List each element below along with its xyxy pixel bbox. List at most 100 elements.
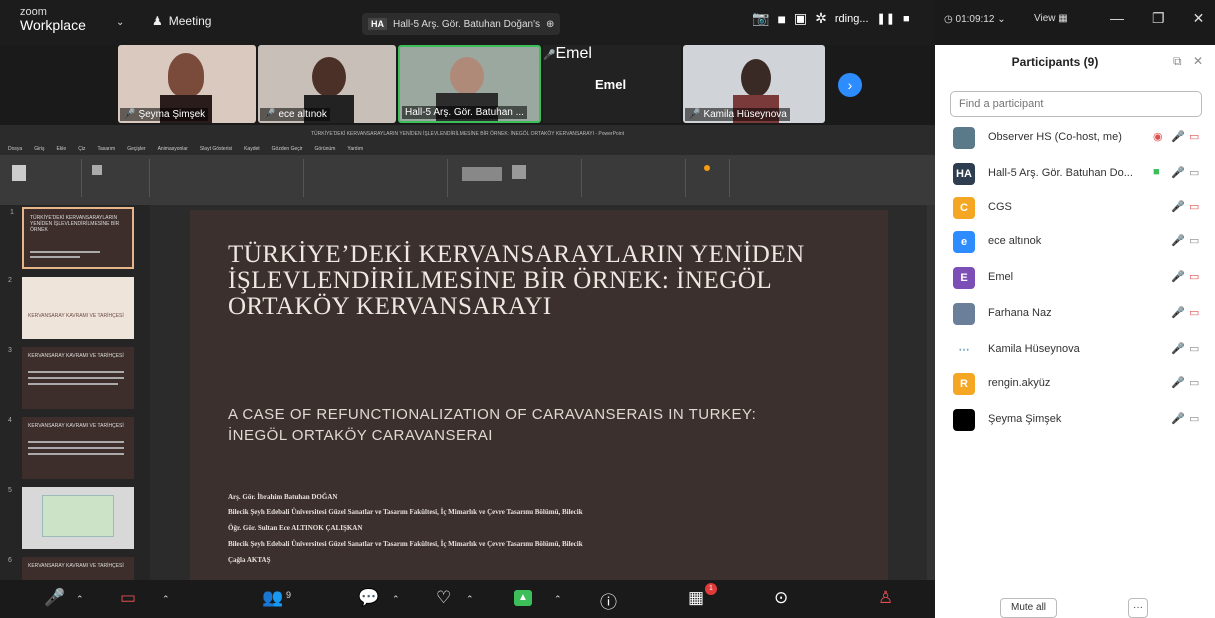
slide-thumbnail[interactable]: 5 <box>8 487 134 549</box>
video-tile[interactable]: 🎤 ece altınok <box>258 45 396 123</box>
chevron-up-icon[interactable]: ⌃ <box>554 594 562 605</box>
video-off-icon[interactable]: ▭ <box>1189 270 1199 283</box>
participant-row[interactable]: Observer HS (Co-host, me) ◉ 🎤 ▭ <box>935 123 1215 153</box>
video-icon[interactable]: ▭ <box>1189 376 1199 389</box>
mute-all-button[interactable]: Mute all <box>1000 598 1058 618</box>
meeting-info-button[interactable]: ♟ Meeting <box>152 14 211 28</box>
slide-thumbnail[interactable]: 3 KERVANSARAY KAVRAMI VE TARİHÇESİ <box>8 347 134 409</box>
mic-muted-icon[interactable]: 🎤 <box>1171 342 1185 355</box>
tab-draw[interactable]: Çiz <box>78 146 85 152</box>
participant-row[interactable]: ⋯ Kamila Hüseynova 🎤 ▭ <box>935 335 1215 365</box>
video-icon[interactable]: ▭ <box>1189 234 1199 247</box>
search-input[interactable] <box>950 91 1202 117</box>
video-off-icon[interactable]: ▭ <box>1189 200 1199 213</box>
arrange-icon[interactable] <box>512 165 526 179</box>
designer-icon[interactable] <box>704 165 710 171</box>
chat-icon[interactable]: 💬 <box>358 588 379 608</box>
pause-icon[interactable]: ❚❚ <box>877 12 895 25</box>
ribbon-group-editing <box>586 159 686 197</box>
tab-insert[interactable]: Ekle <box>56 146 66 152</box>
video-off-icon[interactable]: ▭ <box>1189 130 1199 143</box>
mic-muted-icon[interactable]: 🎤 <box>1171 412 1185 425</box>
close-icon[interactable]: ✕ <box>1193 54 1203 68</box>
window-icon[interactable]: ▣ <box>794 10 807 27</box>
tab-transitions[interactable]: Geçişler <box>127 146 145 152</box>
participant-row[interactable]: C CGS 🎤 ▭ <box>935 193 1215 223</box>
gear-icon[interactable]: ✲ <box>815 10 827 27</box>
chevron-up-icon[interactable]: ⌃ <box>76 594 84 605</box>
share-screen-icon[interactable]: ▲ <box>514 590 532 606</box>
shapes-gallery-icon[interactable] <box>462 167 502 181</box>
slide-thumbnail[interactable]: 2 KERVANSARAY KAVRAMI VE TARİHÇESİ <box>8 277 134 339</box>
video-tile[interactable]: 🎤 Şeyma Şimşek <box>118 45 256 123</box>
new-slide-icon[interactable] <box>92 165 102 175</box>
host-tools-icon[interactable]: ♙ <box>878 588 893 608</box>
tab-view[interactable]: Görünüm <box>315 146 336 152</box>
participant-row[interactable]: E Emel 🎤 ▭ <box>935 263 1215 293</box>
mic-muted-icon[interactable]: 🎤 <box>1171 270 1185 283</box>
participants-icon[interactable]: 👥 <box>262 588 283 608</box>
video-off-icon[interactable]: ▭ <box>1189 306 1199 319</box>
tab-slideshow[interactable]: Slayt Gösterisi <box>200 146 232 152</box>
slide-thumbnail[interactable]: 1 TÜRKİYE'DEKİ KERVANSARAYLARIN YENİDEN … <box>10 207 134 269</box>
more-options-button[interactable]: ··· <box>1128 598 1148 618</box>
next-page-button[interactable]: › <box>838 73 862 97</box>
chevron-up-icon[interactable]: ⌃ <box>466 594 474 605</box>
camera-icon[interactable]: 📷 <box>752 10 769 27</box>
video-tile[interactable]: 🎤 Kamila Hüseynova <box>683 45 825 123</box>
paste-icon[interactable] <box>12 165 26 181</box>
tab-help[interactable]: Yardım <box>347 146 363 152</box>
mic-muted-icon[interactable]: 🎤 <box>1171 200 1185 213</box>
more-options-icon[interactable]: ⊕ <box>546 19 554 30</box>
screen-share-indicator[interactable]: HA Hall-5 Arş. Gör. Batuhan Doğan's ⊕ <box>362 13 561 35</box>
meeting-label: Meeting <box>168 14 212 28</box>
slide-editor: TÜRKİYE’DEKİ KERVANSARAYLARIN YENİDEN İŞ… <box>150 205 935 580</box>
mic-icon[interactable]: 🎤 <box>1171 166 1185 179</box>
ribbon-group-drawing <box>452 159 582 197</box>
tab-record[interactable]: Kaydet <box>244 146 260 152</box>
more-icon[interactable]: ⊙ <box>774 588 788 608</box>
minimize-icon[interactable]: — <box>1110 10 1124 27</box>
apps-icon[interactable]: ▦ <box>688 588 704 608</box>
mic-muted-icon[interactable]: 🎤 <box>1171 376 1185 389</box>
stop-icon[interactable]: ■ <box>903 13 910 25</box>
video-icon[interactable]: ■ <box>777 11 785 27</box>
mic-muted-icon[interactable]: 🎤 <box>1171 234 1185 247</box>
video-icon[interactable]: ▭ <box>1189 412 1199 425</box>
tab-file[interactable]: Dosya <box>8 146 22 152</box>
avatar: e <box>953 231 975 253</box>
mic-muted-icon[interactable]: 🎤 <box>44 588 65 608</box>
tab-animations[interactable]: Animasyonlar <box>158 146 188 152</box>
chevron-down-icon[interactable]: ⌄ <box>116 17 124 28</box>
participant-row[interactable]: Şeyma Şimşek 🎤 ▭ <box>935 405 1215 435</box>
thumbnail-text: TÜRKİYE'DEKİ KERVANSARAYLARIN YENİDEN İŞ… <box>30 215 120 233</box>
popout-icon[interactable]: ⧉ <box>1173 54 1182 69</box>
vertical-scrollbar[interactable] <box>927 205 935 580</box>
video-tile-active-speaker[interactable]: Hall-5 Arş. Gör. Batuhan ... <box>398 45 541 123</box>
mic-muted-icon[interactable]: 🎤 <box>1171 306 1185 319</box>
slide-thumbnail[interactable]: 4 KERVANSARAY KAVRAMI VE TARİHÇESİ <box>8 417 134 479</box>
participant-name: Hall-5 Arş. Gör. Batuhan Do... <box>988 167 1133 179</box>
video-icon[interactable]: ▭ <box>1189 342 1199 355</box>
chevron-up-icon[interactable]: ⌃ <box>392 594 400 605</box>
close-icon[interactable]: ✕ <box>1193 10 1205 27</box>
info-icon[interactable]: ⓘ <box>600 588 617 613</box>
meeting-timer[interactable]: ◷ 01:09:12 ⌄ <box>944 14 1006 25</box>
video-icon[interactable]: ▭ <box>1189 166 1199 179</box>
participant-row[interactable]: R rengin.akyüz 🎤 ▭ <box>935 369 1215 399</box>
tab-home[interactable]: Giriş <box>34 146 44 152</box>
chevron-up-icon[interactable]: ⌃ <box>162 594 170 605</box>
reactions-icon[interactable]: ♡ <box>436 588 451 608</box>
video-off-icon[interactable]: ▭ <box>120 588 136 608</box>
video-tile-no-camera[interactable]: Emel 🎤Emel <box>543 45 681 123</box>
tab-design[interactable]: Tasarım <box>97 146 115 152</box>
tab-review[interactable]: Gözden Geçir <box>272 146 303 152</box>
view-label: View <box>1034 13 1056 24</box>
participant-row[interactable]: Farhana Naz 🎤 ▭ <box>935 299 1215 329</box>
mic-muted-icon[interactable]: 🎤 <box>1171 130 1185 143</box>
participant-row[interactable]: HA Hall-5 Arş. Gör. Batuhan Do... ■ 🎤 ▭ <box>935 159 1215 189</box>
current-slide[interactable]: TÜRKİYE’DEKİ KERVANSARAYLARIN YENİDEN İŞ… <box>190 210 888 580</box>
maximize-icon[interactable]: ❐ <box>1152 10 1165 27</box>
view-button[interactable]: View ▦ <box>1034 13 1068 24</box>
participant-row[interactable]: e ece altınok 🎤 ▭ <box>935 227 1215 257</box>
